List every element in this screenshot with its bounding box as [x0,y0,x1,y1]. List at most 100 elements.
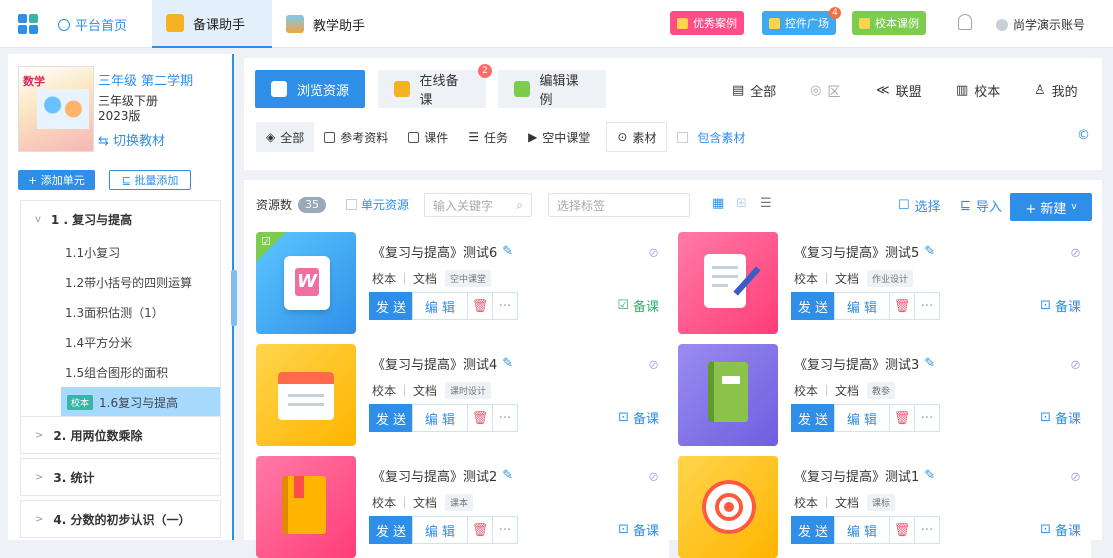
edit-pencil-icon[interactable]: ✎ [924,468,935,483]
prep-button[interactable]: ⊡ 备课 [618,408,659,427]
tag-select[interactable]: 选择标签 [548,193,690,217]
hidden-eye-icon[interactable]: ⊘ [1070,470,1081,485]
lesson-item[interactable]: 1.5组合图形的面积 [21,357,220,387]
lesson-item[interactable]: 1.3面积估测（1） [21,297,220,327]
delete-icon[interactable]: 🗑 [467,292,493,320]
tab-lesson-prep[interactable]: 备课助手 [152,0,272,48]
resource-card[interactable]: 《复习与提高》测试2 ✎ ⊘ 校本 文档 课本 发 送编 辑 🗑 ··· ⊡ 备课 [256,456,669,558]
filter-air-class[interactable]: ▶ 空中课堂 [518,122,600,152]
button-label: 备课 [632,300,659,315]
delete-icon[interactable]: 🗑 [889,404,915,432]
prep-button[interactable]: ☑ 备课 [617,296,659,315]
home-link[interactable]: 平台首页 [58,15,127,34]
scope-mine[interactable]: ♙ 我的 [1034,81,1078,100]
unit-3[interactable]: >3. 统计 [20,458,221,496]
lesson-item[interactable]: 1.4平方分米 [21,327,220,357]
send-button[interactable]: 发 送 [791,292,835,320]
lesson-item-selected[interactable]: 校本 1.6复习与提高 [61,387,220,417]
resource-card[interactable]: 《复习与提高》测试3 ✎ ⊘ 校本 文档 教参 发 送编 辑 🗑 ··· ⊡ 备课 [678,344,1091,446]
include-material-checkbox[interactable]: 包含素材 [667,122,755,152]
filter-material[interactable]: ⊙ 素材 [606,122,668,152]
edit-pencil-icon[interactable]: ✎ [924,244,935,259]
online-prep-button[interactable]: 在线备课 2 [378,64,492,108]
card-title: 《复习与提高》测试5 [794,246,920,261]
hidden-eye-icon[interactable]: ⊘ [1070,246,1081,261]
filter-all[interactable]: ◈ 全部 [256,122,315,152]
unit-4[interactable]: >4. 分数的初步认识（一） [20,500,221,538]
unit-2[interactable]: >2. 用两位数乘除 [20,416,221,454]
filter-task[interactable]: ☰ 任务 [458,122,518,152]
top-navigation-bar: 平台首页 备课助手 教学助手 优秀案例 控件广场 4 校本课例 尚学演示账号 [0,0,1113,48]
filter-reference[interactable]: 参考资料 [314,122,398,152]
home-label: 平台首页 [75,19,128,34]
excellent-cases-button[interactable]: 优秀案例 [670,11,744,35]
prep-button[interactable]: ⊡ 备课 [1040,408,1081,427]
send-button[interactable]: 发 送 [369,292,413,320]
edit-pencil-icon[interactable]: ✎ [502,244,513,259]
hidden-eye-icon[interactable]: ⊘ [1070,358,1081,373]
more-button[interactable]: ··· [914,404,940,432]
edit-button[interactable]: 编 辑 [834,404,890,432]
unit-resource-checkbox[interactable]: 单元资源 [346,196,409,213]
hidden-eye-icon[interactable]: ⊘ [648,358,659,373]
prep-button[interactable]: ⊡ 备课 [1040,520,1081,539]
scope-school[interactable]: ▥ 校本 [956,81,1000,100]
batch-add-button[interactable]: ⊑ 批量添加 [108,170,192,190]
card-type: 文档 [835,384,860,398]
sidebar-resize-handle[interactable] [231,270,237,326]
calendar-view-icon[interactable]: ▦ [712,196,724,211]
lesson-item[interactable]: 1.2带小括号的四则运算 [21,267,220,297]
resource-card[interactable]: 《复习与提高》测试1 ✎ ⊘ 校本 文档 课标 发 送编 辑 🗑 ··· ⊡ 备课 [678,456,1091,558]
button-label: 校本课例 [875,17,919,30]
edit-button[interactable]: 编 辑 [834,292,890,320]
switch-textbook-link[interactable]: ⇆ 切换教材 [98,130,193,149]
prep-button[interactable]: ⊡ 备课 [1040,296,1081,315]
send-button[interactable]: 发 送 [791,404,835,432]
hidden-eye-icon[interactable]: ⊘ [648,246,659,261]
lesson-item[interactable]: 1.1小复习 [21,237,220,267]
resource-card[interactable]: 《复习与提高》测试4 ✎ ⊘ 校本 文档 课时设计 发 送编 辑 🗑 ··· ⊡ 备课 [256,344,669,446]
more-button[interactable]: ··· [492,292,518,320]
more-button[interactable]: ··· [492,404,518,432]
edit-pencil-icon[interactable]: ✎ [502,468,513,483]
edit-case-button[interactable]: 编辑课例 [498,70,606,108]
list-view-icon[interactable]: ☰ [760,196,772,211]
resource-card[interactable]: 《复习与提高》测试5 ✎ ⊘ 校本 文档 作业设计 发 送编 辑 🗑 ··· ⊡ 备课 [678,232,1091,334]
delete-icon[interactable]: 🗑 [467,404,493,432]
widget-plaza-button[interactable]: 控件广场 4 [762,7,841,35]
scope-label: 我的 [1051,85,1078,100]
account-menu[interactable]: 尚学演示账号 [996,16,1085,33]
keyword-search-input[interactable]: 输入关键字 ⌕ [424,193,532,217]
edit-button[interactable]: 编 辑 [412,292,468,320]
resource-card[interactable]: ☑ W 《复习与提高》测试6 ✎ ⊘ 校本 文档 空中课堂 发 送编 辑 🗑 ··· ☑ 备… [256,232,669,334]
new-resource-button[interactable]: + 新建 v [1010,193,1092,221]
edit-pencil-icon[interactable]: ✎ [924,356,935,371]
import-button[interactable]: ⊑ 导入 [960,196,1002,215]
button-label: 备课 [1054,412,1081,427]
edit-button[interactable]: 编 辑 [412,404,468,432]
more-button[interactable]: ··· [914,292,940,320]
scope-alliance[interactable]: ≪ 联盟 [876,81,922,100]
hidden-eye-icon[interactable]: ⊘ [648,470,659,485]
prep-button[interactable]: ⊡ 备课 [618,520,659,539]
unit-header[interactable]: v 1 . 复习与提高 [21,201,220,237]
browse-resources-button[interactable]: 浏览资源 [255,70,365,108]
tab-teaching[interactable]: 教学助手 [286,0,396,48]
word-icon [324,131,336,143]
account-name: 尚学演示账号 [1013,18,1086,32]
school-cases-button[interactable]: 校本课例 [852,11,926,35]
scope-all[interactable]: ▤ 全部 [732,81,776,100]
add-unit-button[interactable]: + 添加单元 [18,170,95,190]
edit-pencil-icon[interactable]: ✎ [502,356,513,371]
scope-district[interactable]: ◎ 区 [810,81,840,100]
app-logo-icon[interactable] [18,14,38,34]
grid-view-icon[interactable]: ⊞ [736,196,747,211]
filter-courseware[interactable]: 课件 [398,122,458,152]
copyright-icon[interactable]: © [1077,128,1090,143]
send-button[interactable]: 发 送 [369,404,413,432]
bell-icon[interactable] [958,14,972,30]
select-button[interactable]: ☐ 选择 [898,196,941,215]
textbook-volume: 三年级下册 [98,94,159,108]
delete-icon[interactable]: 🗑 [889,292,915,320]
card-tag: 教参 [867,382,896,399]
